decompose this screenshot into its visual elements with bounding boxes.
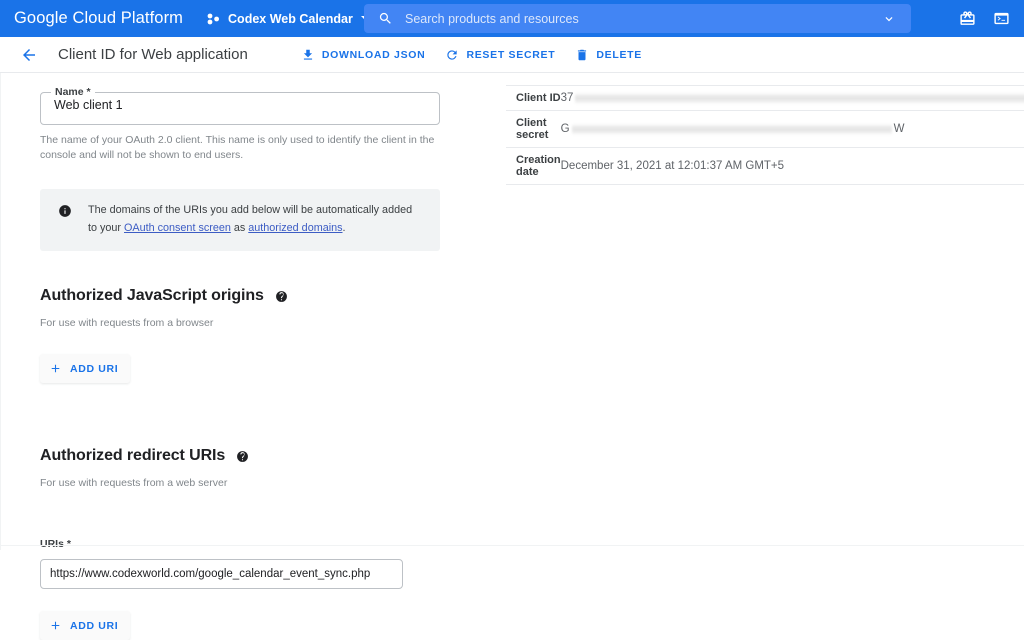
topbar-actions: [952, 4, 1016, 34]
delete-label: DELETE: [596, 48, 642, 61]
cloud-shell-icon[interactable]: [986, 4, 1016, 34]
creation-date-label: Creation date: [506, 147, 561, 185]
add-javascript-origin-button[interactable]: ADD URI: [40, 354, 131, 384]
client-info-panel: Client ID 37 content.com Client secret G…: [506, 73, 1024, 550]
client-id-label: Client ID: [506, 85, 561, 111]
download-icon: [303, 49, 312, 60]
authorized-domains-link[interactable]: authorized domains: [248, 222, 342, 234]
download-json-button[interactable]: DOWNLOAD JSON: [292, 43, 435, 67]
redirect-uri-input[interactable]: [40, 559, 403, 590]
domains-info-banner: The domains of the URIs you add below wi…: [40, 189, 440, 252]
banner-text-middle: as: [230, 221, 249, 234]
redirect-uris-heading: Authorized redirect URIs: [40, 447, 506, 465]
creation-date-value: December 31, 2021 at 12:01:37 AM GMT+5: [560, 147, 1024, 185]
project-selector[interactable]: Codex Web Calendar: [201, 9, 377, 29]
name-input[interactable]: [40, 87, 440, 125]
client-secret-value: G W: [560, 110, 1024, 148]
top-navigation-bar: Google Cloud Platform Codex Web Calendar: [0, 0, 1024, 37]
add-redirect-uri-button[interactable]: ADD URI: [40, 611, 131, 640]
redirect-uris-section: Authorized redirect URIs For use with re…: [40, 447, 506, 640]
help-icon[interactable]: [275, 290, 288, 303]
add-redirect-uri-label: ADD URI: [70, 619, 119, 632]
reset-secret-button[interactable]: RESET SECRET: [436, 43, 564, 67]
page-content: Name * The name of your OAuth 2.0 client…: [0, 73, 1024, 640]
reset-secret-label: RESET SECRET: [466, 48, 556, 61]
help-icon[interactable]: [236, 450, 249, 463]
client-secret-label: Client secret: [506, 110, 561, 148]
javascript-origins-section: Authorized JavaScript origins For use wi…: [40, 287, 506, 384]
page-title: Client ID for Web application: [58, 46, 248, 63]
javascript-origins-add-wrapper: ADD URI: [40, 354, 506, 384]
javascript-origins-subtitle: For use with requests from a browser: [40, 317, 214, 330]
page-header-toolbar: Client ID for Web application DOWNLOAD J…: [0, 37, 1024, 73]
search-input[interactable]: [405, 4, 867, 33]
search-icon: [379, 12, 391, 24]
javascript-origins-title: Authorized JavaScript origins: [40, 287, 264, 305]
javascript-origins-heading: Authorized JavaScript origins: [40, 287, 506, 305]
redacted-client-id: [575, 92, 1024, 104]
trash-icon: [578, 49, 587, 60]
info-icon: [59, 205, 71, 218]
redacted-client-secret: [571, 123, 892, 135]
global-search-bar[interactable]: [364, 4, 911, 33]
gcp-brand-logo[interactable]: Google Cloud Platform: [14, 9, 183, 28]
gift-icon[interactable]: [952, 4, 982, 34]
table-row: Client ID 37 content.com: [506, 85, 1024, 111]
redirect-uris-title: Authorized redirect URIs: [40, 447, 226, 465]
delete-button[interactable]: DELETE: [566, 43, 651, 67]
name-field-helper-text: The name of your OAuth 2.0 client. This …: [40, 134, 435, 162]
client-id-value: 37 content.com: [560, 85, 1024, 111]
client-settings-form: Name * The name of your OAuth 2.0 client…: [1, 73, 506, 640]
client-id-prefix: 37: [560, 92, 574, 104]
plus-icon: [51, 365, 60, 373]
chevron-down-icon: [885, 16, 893, 21]
client-secret-suffix: W: [893, 123, 905, 135]
redirect-uris-add-wrapper: ADD URI: [40, 611, 506, 640]
download-json-label: DOWNLOAD JSON: [321, 48, 426, 61]
search-expand-button[interactable]: [867, 4, 911, 33]
banner-text-after: .: [342, 221, 346, 234]
domains-info-text: The domains of the URIs you add below wi…: [88, 202, 424, 237]
project-name-label: Codex Web Calendar: [228, 11, 353, 26]
add-javascript-origin-label: ADD URI: [70, 362, 119, 375]
name-field[interactable]: Name *: [40, 87, 440, 125]
bottom-divider: [0, 545, 1024, 546]
plus-icon: [51, 622, 60, 630]
table-row: Client secret G W: [506, 110, 1024, 148]
client-info-table: Client ID 37 content.com Client secret G…: [506, 85, 1024, 185]
arrow-back-icon: [23, 48, 35, 61]
oauth-consent-screen-link[interactable]: OAuth consent screen: [124, 222, 231, 234]
refresh-icon: [447, 49, 458, 60]
table-row: Creation date December 31, 2021 at 12:01…: [506, 147, 1024, 185]
page-actions: DOWNLOAD JSON RESET SECRET DELETE: [292, 43, 651, 67]
project-dots-icon: [207, 13, 220, 24]
redirect-uris-subtitle: For use with requests from a web server: [40, 477, 228, 490]
client-secret-prefix: G: [560, 123, 570, 135]
back-button[interactable]: [14, 40, 44, 70]
